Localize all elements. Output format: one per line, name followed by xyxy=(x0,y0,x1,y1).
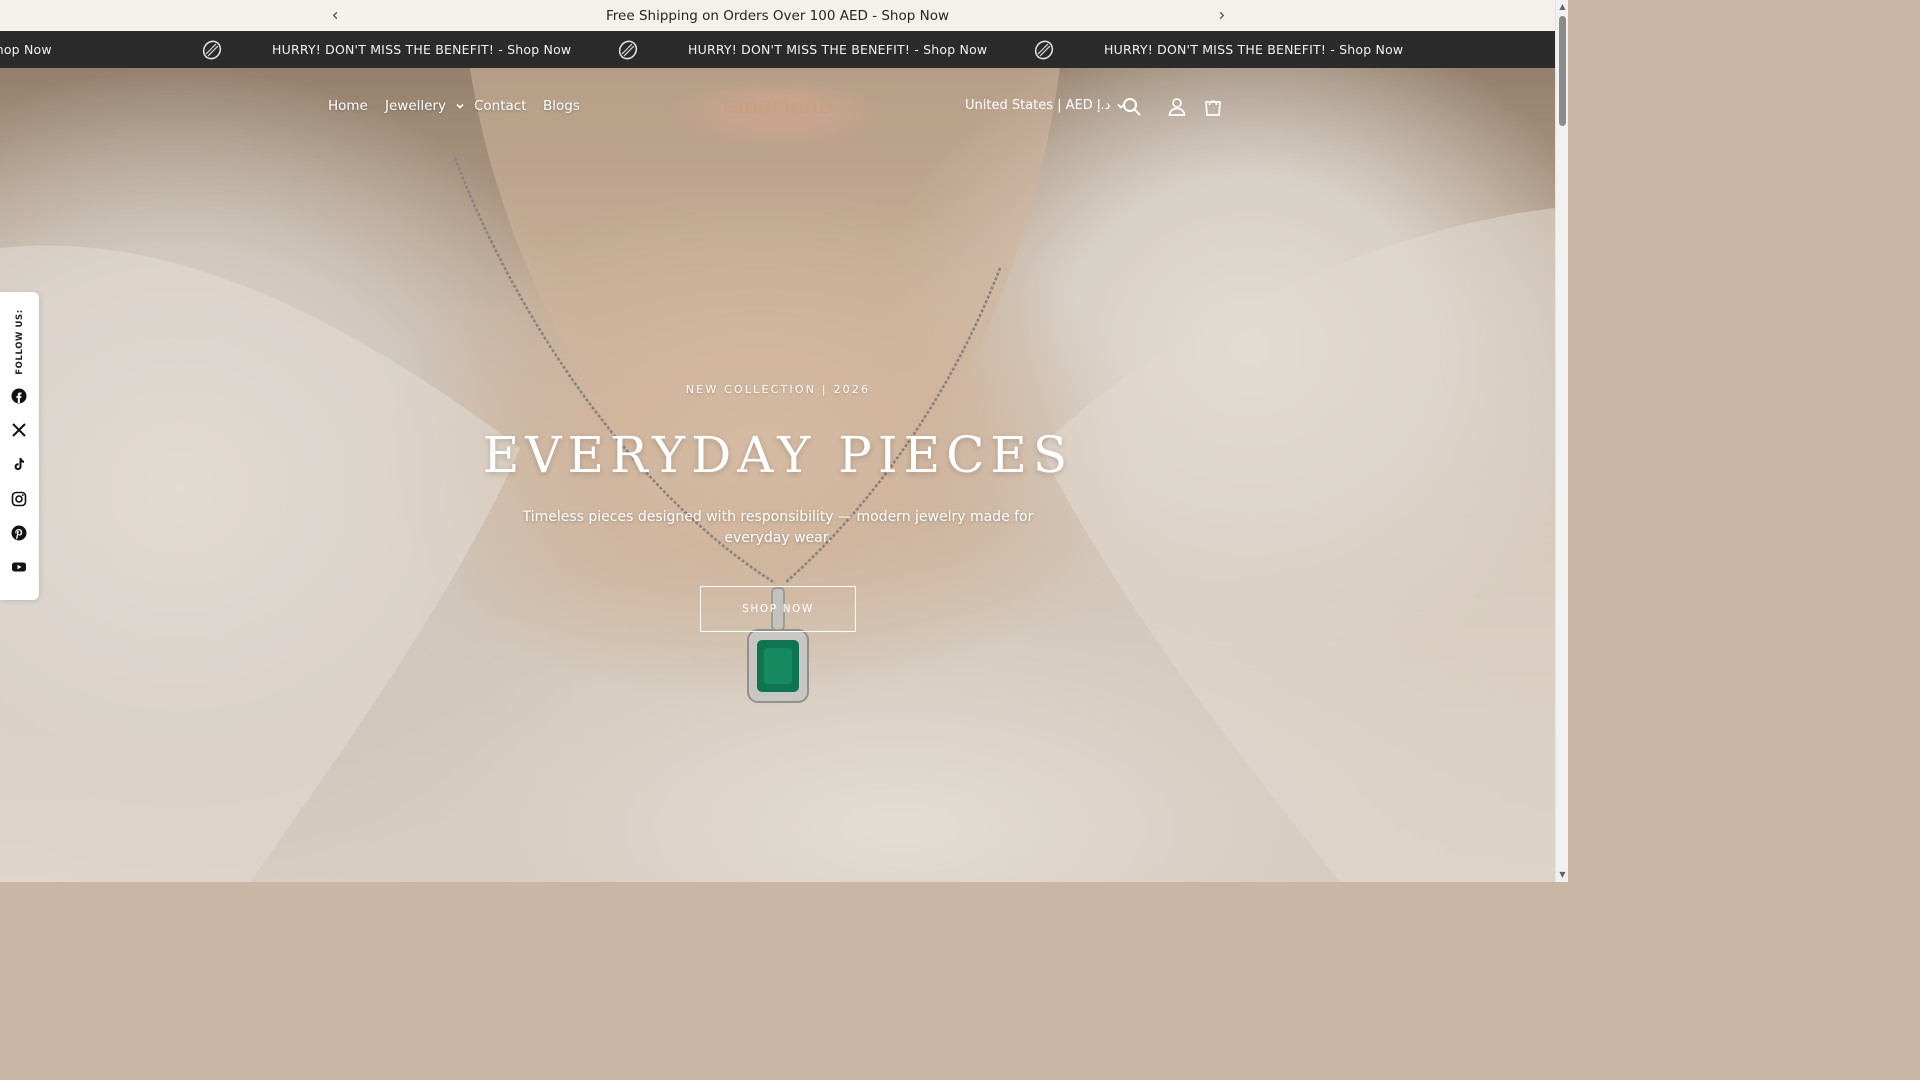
nav-contact-link[interactable]: Contact xyxy=(474,98,527,114)
marquee-text[interactable]: HURRY! DON'T MISS THE BENEFIT! - Shop No… xyxy=(1104,42,1403,57)
announcement-bar: Free Shipping on Orders Over 100 AED - S… xyxy=(0,0,1555,31)
brand-logo[interactable]: emeriene xyxy=(723,89,833,125)
youtube-link[interactable] xyxy=(11,559,27,575)
ring-icon xyxy=(618,40,638,59)
scroll-down-icon[interactable]: ▼ xyxy=(1558,870,1567,879)
ring-icon xyxy=(1034,40,1054,59)
hero-subtitle: Timeless pieces designed with responsibi… xyxy=(522,509,1034,546)
announcement-text[interactable]: Free Shipping on Orders Over 100 AED - S… xyxy=(606,8,949,24)
search-button[interactable] xyxy=(1121,96,1143,118)
marquee-text[interactable]: FIT! - Shop Now xyxy=(0,42,146,57)
instagram-icon xyxy=(11,491,27,507)
scrollbar-thumb[interactable] xyxy=(1559,16,1566,126)
region-label: United States | AED د.إ xyxy=(965,98,1111,113)
follow-us-label: FOLLOW US: xyxy=(15,309,26,375)
facebook-icon xyxy=(11,388,27,404)
nav-jewellery-label: Jewellery xyxy=(385,98,446,114)
marquee-text[interactable]: HURRY! DON'T MISS THE BENEFIT! - Shop No… xyxy=(272,42,571,57)
cart-button[interactable] xyxy=(1202,96,1224,118)
instagram-link[interactable] xyxy=(11,491,27,507)
nav-jewellery-link[interactable]: Jewellery xyxy=(385,98,465,114)
page-scrollbar[interactable]: ▲ ▼ xyxy=(1555,0,1568,882)
scroll-up-icon[interactable]: ▲ xyxy=(1558,2,1567,11)
x-icon xyxy=(12,423,26,437)
marquee-text[interactable]: HURRY! DON'T MISS THE BENEFIT! - Shop No… xyxy=(688,42,987,57)
chevron-left-icon xyxy=(332,11,337,19)
tiktok-link[interactable] xyxy=(11,456,27,472)
account-icon xyxy=(1168,98,1186,116)
chevron-right-icon xyxy=(1219,11,1224,19)
ring-icon xyxy=(202,40,222,59)
announcement-prev-button[interactable] xyxy=(327,7,343,23)
pinterest-link[interactable] xyxy=(11,525,27,541)
announcement-next-button[interactable] xyxy=(1213,7,1229,23)
pinterest-icon xyxy=(11,525,27,541)
region-selector[interactable]: United States | AED د.إ xyxy=(965,98,1126,113)
social-sidebar: FOLLOW US: xyxy=(0,292,39,600)
promo-marquee: FIT! - Shop Now HURRY! DON'T MISS THE BE… xyxy=(0,31,1555,68)
facebook-link[interactable] xyxy=(11,388,27,404)
nav-blogs-link[interactable]: Blogs xyxy=(543,98,580,114)
account-button[interactable] xyxy=(1166,96,1188,118)
tiktok-icon xyxy=(14,458,24,470)
hero-eyebrow: NEW COLLECTION | 2026 xyxy=(685,383,871,396)
shop-now-button[interactable]: SHOP NOW xyxy=(700,586,856,632)
cart-icon xyxy=(1205,100,1221,116)
x-link[interactable] xyxy=(11,422,27,438)
chevron-down-icon xyxy=(456,103,464,109)
nav-home-link[interactable]: Home xyxy=(328,98,368,114)
hero-title: EVERYDAY PIECES xyxy=(482,426,1074,484)
youtube-icon xyxy=(12,562,26,572)
search-icon xyxy=(1123,98,1141,116)
